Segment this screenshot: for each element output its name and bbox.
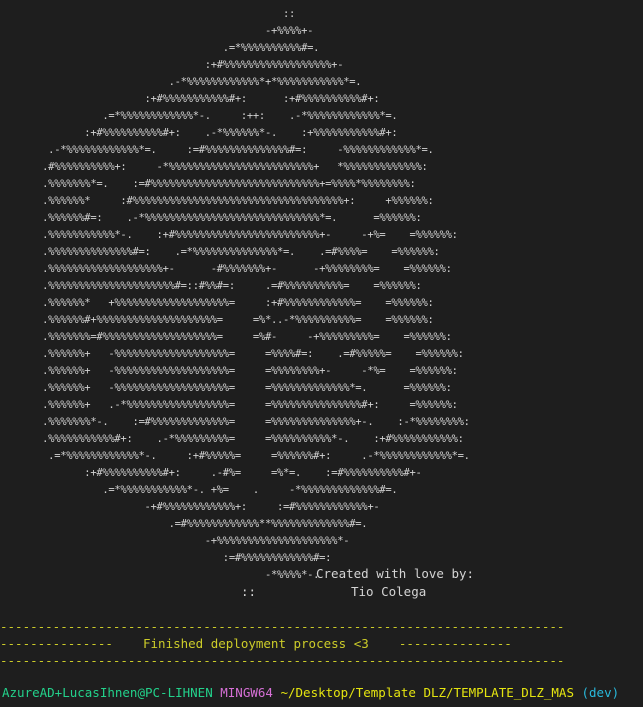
banner-divider-bottom: ----------------------------------------… xyxy=(0,653,565,668)
ascii-art-line: .%%%%%%%=#%%%%%%%%%%%%%%%%%%%= =%#- -+%%… xyxy=(0,331,452,343)
prompt-path: ~/Desktop/Template DLZ/TEMPLATE_DLZ_MAS xyxy=(280,685,574,700)
ascii-art-tail: :: xyxy=(241,584,257,599)
ascii-art-line: .=*%%%%%%%%%%%%*-. :++: .-*%%%%%%%%%%%%*… xyxy=(0,110,398,122)
ascii-art-line: :+#%%%%%%%%%%%%%%%%%%+- xyxy=(0,59,344,71)
terminal-window[interactable]: :: -+%%%%+- .=*%%%%%%%%%%#=. :+#%%%%%%%%… xyxy=(0,0,643,707)
ascii-art-line: .-*%%%%%%%%%%%%*=. :=#%%%%%%%%%%%%%%#=: … xyxy=(0,144,434,156)
ascii-art-line: .%%%%%%#=: .-*%%%%%%%%%%%%%%%%%%%%%%%%%%… xyxy=(0,212,422,224)
ascii-art-line: -*%%%%*-. xyxy=(0,569,320,581)
ascii-art-line: .=*%%%%%%%%%%#=. xyxy=(0,42,320,54)
ascii-art-line: .%%%%%%%*-. :=#%%%%%%%%%%%%%= =%%%%%%%%%… xyxy=(0,416,470,428)
prompt-environment: MINGW64 xyxy=(220,685,273,700)
banner-divider-top: ----------------------------------------… xyxy=(0,619,565,634)
ascii-art-line: .%%%%%%* :#%%%%%%%%%%%%%%%%%%%%%%%%%%%%%… xyxy=(0,195,434,207)
ascii-art-line: -+%%%%+- xyxy=(0,25,314,37)
ascii-art-line: .%%%%%%%%%%%#+: .-*%%%%%%%%%= =%%%%%%%%%… xyxy=(0,433,464,445)
ascii-art-line: .%%%%%%%*=. :=#%%%%%%%%%%%%%%%%%%%%%%%%%… xyxy=(0,178,416,190)
ascii-art-line: :+#%%%%%%%%%%%#+: :+#%%%%%%%%%%#+: xyxy=(0,93,380,105)
ascii-art-line: .=*%%%%%%%%%%%*-. +%= . -*%%%%%%%%%%%%%#… xyxy=(0,484,398,496)
ascii-art-line: .=*%%%%%%%%%%%%*-. :+#%%%%%= =%%%%%%#+: … xyxy=(0,450,470,462)
credit-author: Tio Colega xyxy=(351,584,427,599)
ascii-art-line: :+#%%%%%%%%%%#+: .-*%%%%%%*-. :+%%%%%%%%… xyxy=(0,127,398,139)
ascii-art-line: .%%%%%%#+%%%%%%%%%%%%%%%%%%%%= =%*..-*%%… xyxy=(0,314,434,326)
ascii-art-line: .=#%%%%%%%%%%%%**%%%%%%%%%%%%%#=. xyxy=(0,518,368,530)
ascii-art-line: .%%%%%%+ -%%%%%%%%%%%%%%%%%%%= =%%%%%%%%… xyxy=(0,365,458,377)
ascii-art-line: .%%%%%%%%%%%*-. :+#%%%%%%%%%%%%%%%%%%%%%… xyxy=(0,229,458,241)
ascii-art-line: .-*%%%%%%%%%%%%*+*%%%%%%%%%%%*=. xyxy=(0,76,362,88)
ascii-art-line: .%%%%%%%%%%%%%%%%%%%%%#=::#%%#=: .=#%%%%… xyxy=(0,280,422,292)
ascii-art-line: :+#%%%%%%%%%%#+: .-#%= =%*=. :=#%%%%%%%%… xyxy=(0,467,422,479)
prompt-git-branch: (dev) xyxy=(581,685,620,700)
ascii-art-line: .%%%%%%+ .-*%%%%%%%%%%%%%%%%%= =%%%%%%%%… xyxy=(0,399,458,411)
ascii-art-line: -+#%%%%%%%%%%%%+: :=#%%%%%%%%%%%%+- xyxy=(0,501,380,513)
ascii-art-line: -+%%%%%%%%%%%%%%%%%%%%*- xyxy=(0,535,350,547)
ascii-art-line: .%%%%%%%%%%%%%%#=: .=*%%%%%%%%%%%%%%*=. … xyxy=(0,246,440,258)
ascii-art-line: :: xyxy=(0,8,296,20)
ascii-art-line: :=#%%%%%%%%%%%%#=: xyxy=(0,552,332,564)
banner-message: --------------- Finished deployment proc… xyxy=(0,636,512,651)
ascii-art-line: .#%%%%%%%%%%+: -*%%%%%%%%%%%%%%%%%%%%%%%… xyxy=(0,161,428,173)
ascii-art-line: .%%%%%%* +%%%%%%%%%%%%%%%%%%%= :+#%%%%%%… xyxy=(0,297,434,309)
ascii-art-logo: :: -+%%%%+- .=*%%%%%%%%%%#=. :+#%%%%%%%%… xyxy=(0,6,470,584)
shell-prompt[interactable]: AzureAD+LucasIhnen@PC-LIHNEN MINGW64 ~/D… xyxy=(2,685,619,700)
ascii-art-line: .%%%%%%+ -%%%%%%%%%%%%%%%%%%%= =%%%%%%%%… xyxy=(0,382,452,394)
prompt-user-host: AzureAD+LucasIhnen@PC-LIHNEN xyxy=(2,685,213,700)
ascii-art-line: .%%%%%%%%%%%%%%%%%%%+- -#%%%%%%%+- -+%%%… xyxy=(0,263,452,275)
ascii-art-line: .%%%%%%+ -%%%%%%%%%%%%%%%%%%%= =%%%%#=: … xyxy=(0,348,464,360)
credit-text: Created with love by: xyxy=(316,566,475,581)
